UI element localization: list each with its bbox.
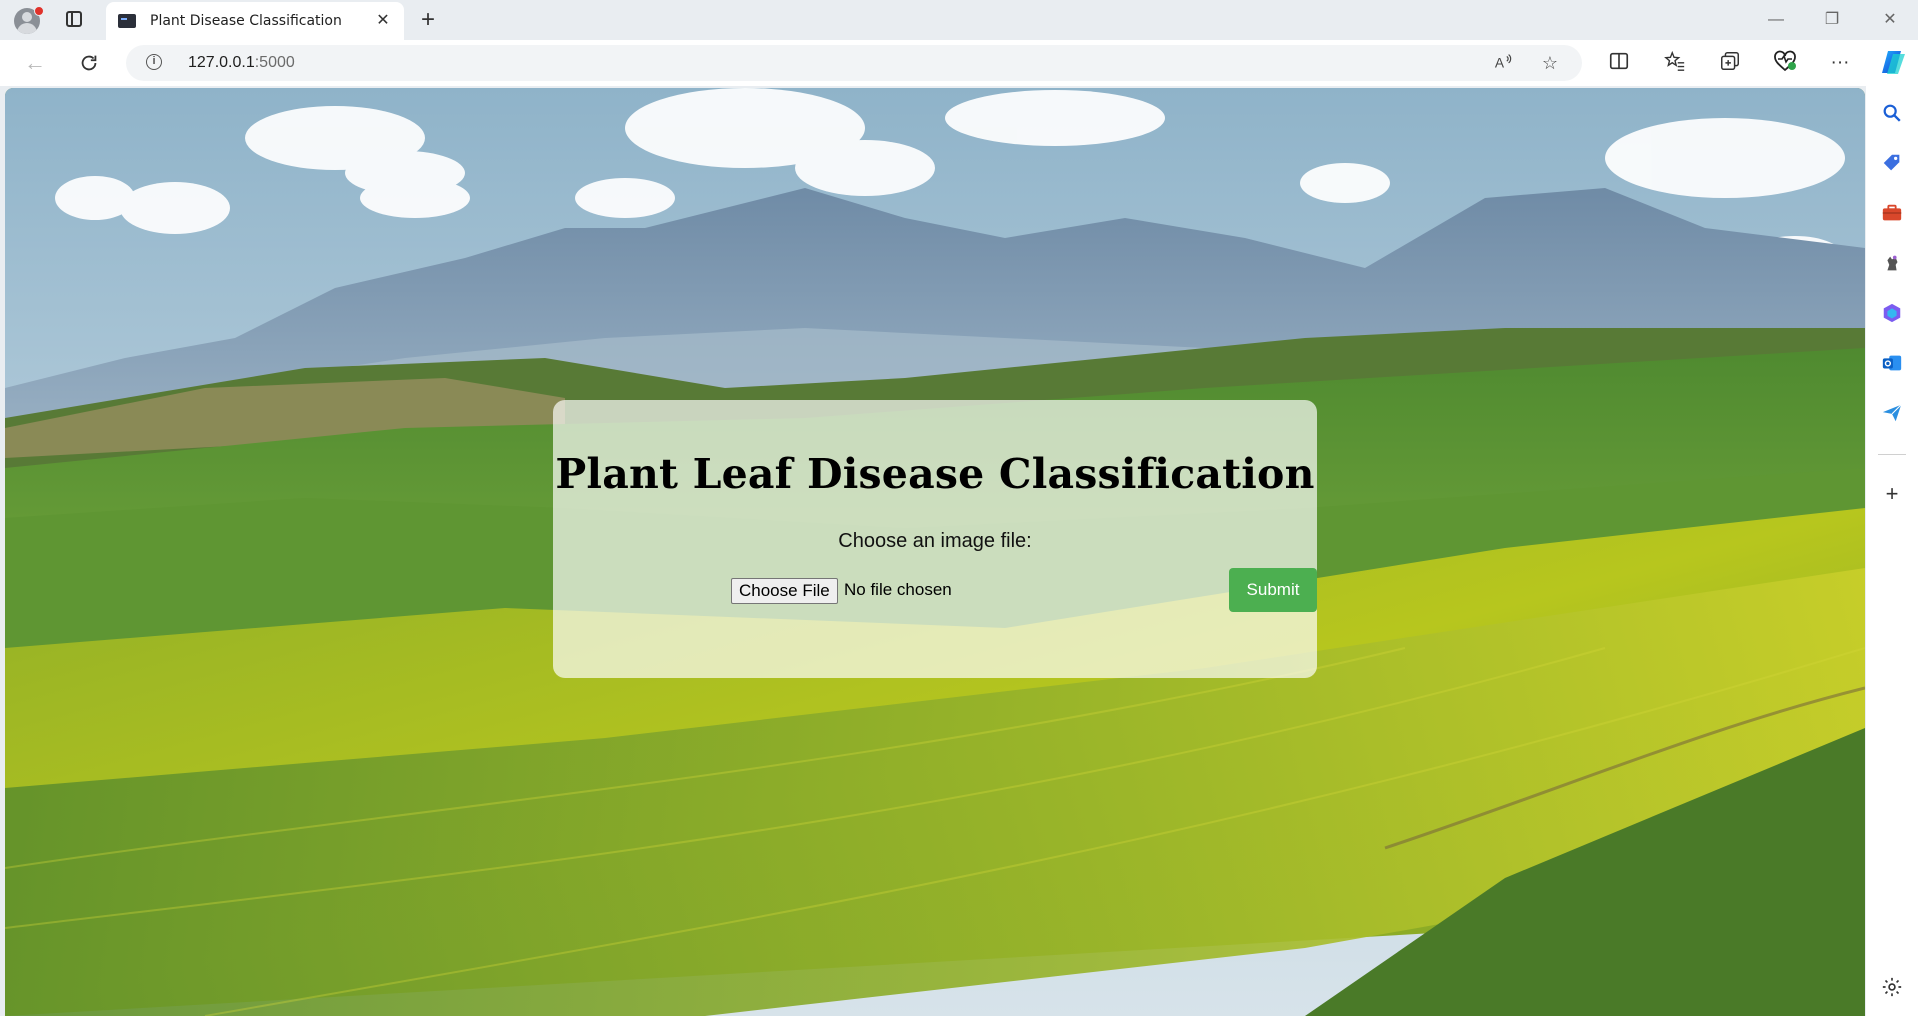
terminal-favicon-icon <box>118 14 136 28</box>
browser-essentials-icon[interactable] <box>1772 50 1798 76</box>
favorite-star-icon[interactable]: ☆ <box>1538 51 1562 75</box>
tab-actions-icon[interactable] <box>66 11 82 27</box>
edge-sidebar: + <box>1866 86 1918 1016</box>
copilot-icon[interactable] <box>1879 47 1905 74</box>
svg-text:A: A <box>1495 56 1505 71</box>
page-viewport: Plant Leaf Disease Classification Choose… <box>5 88 1865 1016</box>
split-screen-icon[interactable] <box>1606 50 1632 76</box>
browser-tab[interactable]: Plant Disease Classification ✕ <box>106 2 404 40</box>
settings-icon[interactable] <box>1880 976 1904 1000</box>
shopping-tag-icon[interactable] <box>1880 152 1904 176</box>
read-aloud-icon[interactable]: A <box>1492 51 1516 75</box>
outlook-icon[interactable] <box>1880 352 1904 376</box>
tools-briefcase-icon[interactable] <box>1880 202 1904 226</box>
add-icon[interactable]: + <box>1880 482 1904 506</box>
send-icon[interactable] <box>1880 402 1904 426</box>
url-text[interactable]: 127.0.0.1:5000 <box>188 54 295 72</box>
tab-strip: Plant Disease Classification ✕ + — ❐ ✕ <box>0 0 1918 40</box>
new-tab-icon[interactable]: + <box>414 6 442 34</box>
close-window-icon[interactable]: ✕ <box>1870 6 1910 34</box>
refresh-icon[interactable] <box>74 48 104 78</box>
tab-title: Plant Disease Classification <box>150 13 342 29</box>
site-info-icon[interactable]: i <box>146 54 162 70</box>
browser-toolbar: ← i 127.0.0.1:5000 A ☆ ··· <box>0 40 1918 86</box>
minimize-icon[interactable]: — <box>1756 6 1796 34</box>
search-icon[interactable] <box>1880 102 1904 126</box>
file-input-label: Choose an image file: <box>838 530 1032 552</box>
page-heading: Plant Leaf Disease Classification <box>555 450 1315 498</box>
restore-icon[interactable]: ❐ <box>1812 6 1852 34</box>
address-bar[interactable]: i 127.0.0.1:5000 A ☆ <box>126 45 1582 81</box>
favorites-icon[interactable] <box>1662 50 1688 76</box>
file-status-text: No file chosen <box>844 580 952 599</box>
more-menu-icon[interactable]: ··· <box>1827 50 1853 76</box>
tab-close-icon[interactable]: ✕ <box>372 10 394 32</box>
choose-file-button[interactable]: Choose File <box>731 578 838 604</box>
upload-form-card: Plant Leaf Disease Classification Choose… <box>553 400 1317 678</box>
sidebar-divider <box>1878 454 1906 455</box>
microsoft365-icon[interactable] <box>1880 302 1904 326</box>
collections-icon[interactable] <box>1717 50 1743 76</box>
games-icon[interactable] <box>1880 252 1904 276</box>
notification-dot <box>34 6 44 16</box>
back-arrow-icon[interactable]: ← <box>20 48 50 78</box>
submit-button[interactable]: Submit <box>1229 568 1317 612</box>
